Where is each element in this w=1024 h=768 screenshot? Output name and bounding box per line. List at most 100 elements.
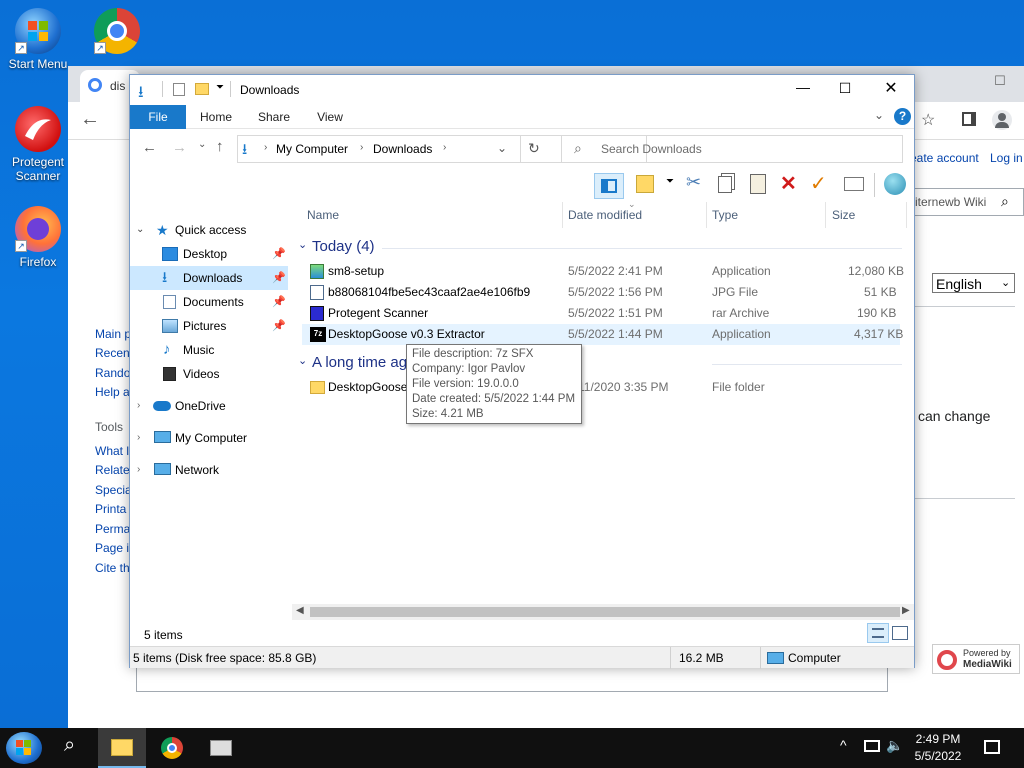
cut-icon[interactable]: ✂ <box>686 172 701 193</box>
browser-maximize-icon[interactable]: ☐ <box>980 66 1020 102</box>
recent-locations-icon[interactable]: ⌄ <box>198 139 206 150</box>
language-select[interactable]: English ⌄ <box>932 273 1015 293</box>
network-tray-icon[interactable] <box>864 740 880 752</box>
nav-onedrive[interactable]: › OneDrive <box>130 394 288 418</box>
browser-back-icon[interactable]: ← <box>80 108 100 131</box>
tab-view[interactable]: View <box>306 105 354 129</box>
taskbar-file-explorer[interactable] <box>98 728 146 768</box>
column-date-modified[interactable]: Date modified <box>568 208 642 222</box>
tools-link-cite[interactable]: Cite th <box>95 561 130 575</box>
expand-chevron-icon[interactable]: › <box>137 458 140 482</box>
tools-link-printable[interactable]: Printa <box>95 502 126 516</box>
nav-desktop[interactable]: Desktop 📌 <box>130 242 288 266</box>
scrollbar-thumb[interactable] <box>310 607 900 617</box>
nav-music[interactable]: ♪ Music <box>130 338 288 362</box>
new-item-icon[interactable] <box>636 175 654 193</box>
maximize-button[interactable]: ☐ <box>830 80 860 97</box>
sidebar-link-random[interactable]: Rando <box>95 366 130 380</box>
large-icons-view-button[interactable] <box>892 626 908 640</box>
desktop-icon-firefox[interactable]: ↗ Firefox <box>0 206 76 269</box>
group-collapse-icon[interactable]: ⌄ <box>298 238 307 251</box>
column-type[interactable]: Type <box>712 208 738 222</box>
up-arrow-icon[interactable]: ↑ <box>216 138 224 155</box>
folder-row[interactable]: DesktopGoose 11/2020 3:35 PM File folder <box>302 377 900 398</box>
side-panel-icon[interactable] <box>962 112 976 126</box>
tools-link-permanent[interactable]: Perma <box>95 522 130 536</box>
horizontal-scrollbar[interactable]: ◀ ▶ <box>292 604 914 620</box>
refresh-icon[interactable]: ↻ <box>528 140 540 157</box>
tab-home[interactable]: Home <box>192 105 240 129</box>
powered-by-mediawiki-badge[interactable]: Powered by MediaWiki <box>932 644 1020 674</box>
expand-chevron-icon[interactable]: › <box>137 426 140 450</box>
group-long-ago[interactable]: A long time ag <box>312 354 407 371</box>
nav-my-computer[interactable]: › My Computer <box>130 426 288 450</box>
nav-quick-access[interactable]: ⌄ ★ Quick access <box>130 218 288 242</box>
paste-icon[interactable] <box>750 174 766 194</box>
show-hidden-icons-icon[interactable]: ^ <box>840 737 847 753</box>
tab-file[interactable]: File <box>130 105 186 129</box>
wiki-search-input[interactable]: iternewb Wiki ⌕ <box>908 188 1024 216</box>
nav-downloads[interactable]: ⭳ Downloads 📌 <box>130 266 288 290</box>
new-folder-icon[interactable] <box>195 83 209 95</box>
breadcrumb-downloads[interactable]: Downloads <box>373 142 432 156</box>
nav-pictures[interactable]: Pictures 📌 <box>130 314 288 338</box>
quick-access-dropdown-icon[interactable]: ⏷ <box>216 82 224 93</box>
pin-icon[interactable]: 📌 <box>272 314 286 338</box>
volume-icon[interactable]: 🔈 <box>886 737 903 754</box>
close-button[interactable]: ✕ <box>876 78 906 98</box>
taskbar-clock[interactable]: 2:49 PM 5/5/2022 <box>908 731 968 765</box>
create-account-link[interactable]: eate account <box>910 151 979 165</box>
breadcrumb-my-computer[interactable]: My Computer <box>276 142 348 156</box>
pin-icon[interactable]: 📌 <box>272 266 286 290</box>
tools-link-page-info[interactable]: Page i <box>95 541 129 555</box>
sidebar-link-recent[interactable]: Recen <box>95 346 130 360</box>
globe-icon[interactable] <box>884 173 906 195</box>
file-row[interactable]: 7z DesktopGoose v0.3 Extractor 5/5/2022 … <box>302 324 903 345</box>
desktop-icon-start-menu[interactable]: ↗ Start Menu <box>0 8 76 71</box>
back-arrow-icon[interactable]: ← <box>142 139 157 156</box>
column-name[interactable]: Name <box>307 208 339 222</box>
scroll-right-icon[interactable]: ▶ <box>902 605 910 616</box>
forward-arrow-icon[interactable]: → <box>172 139 187 156</box>
login-link[interactable]: Log in <box>990 151 1023 165</box>
file-row[interactable]: Protegent Scanner 5/5/2022 1:51 PM rar A… <box>302 303 900 324</box>
address-history-icon[interactable]: ⌄ <box>497 141 507 155</box>
profile-icon[interactable] <box>992 110 1012 130</box>
group-today[interactable]: Today (4) <box>312 238 375 255</box>
search-input[interactable]: ⌕ Search Downloads <box>561 135 903 163</box>
bookmark-star-icon[interactable]: ☆ <box>921 110 935 130</box>
taskbar-chrome[interactable] <box>148 728 196 768</box>
notification-center-icon[interactable] <box>984 740 1000 754</box>
desktop-icon-chrome[interactable]: ↗ <box>79 8 155 57</box>
ribbon-expand-icon[interactable]: ⌄ <box>874 108 884 122</box>
desktop-icon-protegent[interactable]: Protegent Scanner <box>0 106 76 183</box>
group-collapse-icon[interactable]: ⌄ <box>298 354 307 367</box>
tools-link-special[interactable]: Specia <box>95 483 132 497</box>
sidebar-link-main[interactable]: Main p <box>95 327 131 341</box>
pin-icon[interactable]: 📌 <box>272 290 286 314</box>
expand-chevron-icon[interactable]: › <box>137 394 140 418</box>
help-icon[interactable]: ? <box>894 108 911 125</box>
file-row[interactable]: sm8-setup 5/5/2022 2:41 PM Application 1… <box>302 261 904 282</box>
nav-network[interactable]: › Network <box>130 458 288 482</box>
minimize-button[interactable]: — <box>788 79 818 95</box>
delete-icon[interactable]: ✕ <box>780 171 797 196</box>
tab-share[interactable]: Share <box>250 105 298 129</box>
new-item-dropdown-icon[interactable]: ⏷ <box>666 176 674 187</box>
scroll-left-icon[interactable]: ◀ <box>296 605 304 616</box>
taskbar-app[interactable] <box>198 728 246 768</box>
file-row[interactable]: b88068104fbe5ec43caaf2ae4e106fb9 5/5/202… <box>302 282 900 303</box>
nav-documents[interactable]: Documents 📌 <box>130 290 288 314</box>
rename-check-icon[interactable]: ✓ <box>810 171 827 196</box>
start-button[interactable] <box>0 728 48 768</box>
pin-icon[interactable]: 📌 <box>272 242 286 266</box>
properties-panel-icon[interactable] <box>844 177 864 191</box>
column-size[interactable]: Size <box>832 208 855 222</box>
expand-chevron-icon[interactable]: ⌄ <box>136 218 144 242</box>
tools-link-what-links[interactable]: What l <box>95 444 129 458</box>
search-icon[interactable]: ⌕ <box>1001 193 1009 210</box>
tools-link-related[interactable]: Relate <box>95 463 130 477</box>
nav-videos[interactable]: Videos <box>130 362 288 386</box>
taskbar-search-button[interactable]: ⌕ <box>50 728 98 768</box>
preview-pane-button[interactable] <box>594 173 624 199</box>
